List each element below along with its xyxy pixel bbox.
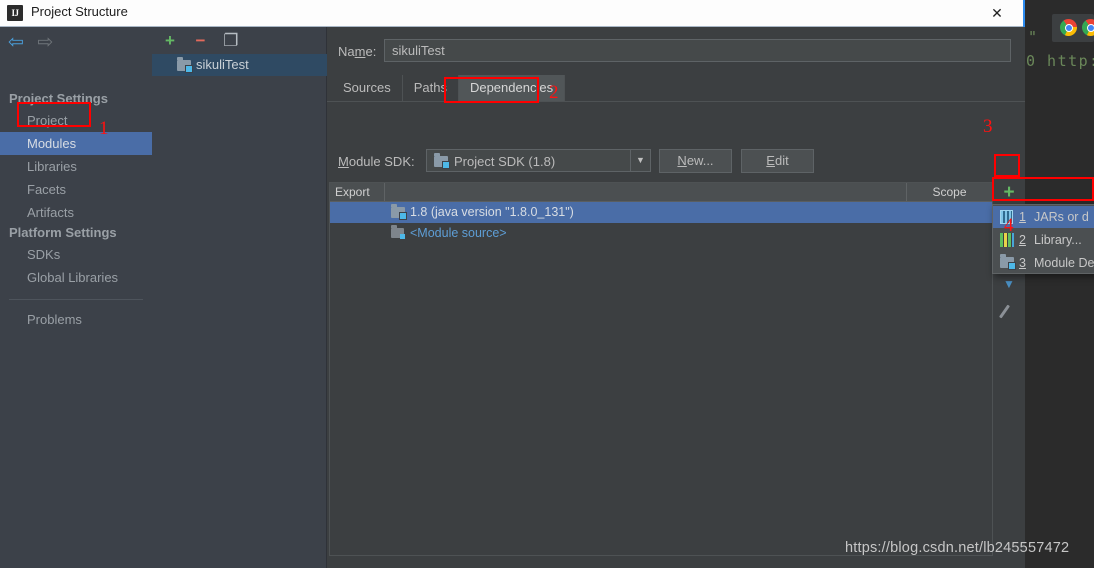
dialog-body: ⇦ ⇨ Project Settings Project Modules Lib… [0, 27, 1094, 568]
tab-sources[interactable]: Sources [332, 75, 403, 101]
chrome-icon-secondary[interactable] [1082, 19, 1094, 36]
forward-arrow-icon[interactable]: ⇨ [37, 33, 53, 52]
modules-list-panel: + − ❐ sikuliTest [152, 27, 327, 568]
jar-icon [1000, 210, 1013, 224]
navigation-arrows: ⇦ ⇨ [8, 33, 62, 53]
module-tabs: Sources Paths Dependencies [332, 75, 566, 101]
sidebar-item-problems[interactable]: Problems [0, 308, 152, 331]
add-dependency-menu: 1 JARs or d 2 Library... 3 Module De [992, 204, 1094, 274]
sidebar-item-modules[interactable]: Modules [0, 132, 152, 155]
module-sdk-label: Module SDK: [338, 154, 415, 169]
menu-item-shortcut: 2 [1019, 233, 1026, 247]
column-header-export[interactable]: Export [330, 183, 385, 201]
dependency-name: 1.8 (java version "1.8.0_131") [410, 205, 574, 219]
jdk-folder-icon [391, 204, 407, 220]
background-editor-strip [1026, 0, 1094, 568]
menu-item-shortcut: 1 [1019, 210, 1026, 224]
add-module-icon[interactable]: + [160, 31, 180, 51]
close-icon[interactable]: ✕ [979, 0, 1015, 26]
menu-item-label: JARs or d [1034, 210, 1089, 224]
module-source-folder-icon [391, 225, 405, 239]
menu-item-jars-or-directories[interactable]: 1 JARs or d [993, 206, 1094, 228]
dependencies-table: Export Scope 1.8 (java version "1.8.0_13… [329, 182, 993, 556]
chevron-down-icon[interactable]: ▼ [630, 150, 650, 171]
tab-dependencies[interactable]: Dependencies [458, 75, 566, 101]
module-list-item[interactable]: sikuliTest [152, 54, 327, 76]
new-sdk-button[interactable]: New... [659, 149, 732, 173]
modules-toolbar: + − ❐ [160, 31, 247, 51]
menu-item-shortcut: 3 [1019, 256, 1026, 270]
sidebar-item-sdks[interactable]: SDKs [0, 243, 152, 266]
tabs-divider [327, 101, 1025, 102]
tab-paths[interactable]: Paths [402, 75, 459, 101]
settings-sidebar: ⇦ ⇨ Project Settings Project Modules Lib… [0, 27, 152, 568]
menu-item-library[interactable]: 2 Library... [993, 229, 1094, 251]
intellij-logo-icon: IJ [7, 5, 23, 21]
sidebar-divider [9, 299, 143, 300]
module-folder-icon [177, 57, 193, 73]
dependencies-table-header: Export Scope [330, 183, 992, 202]
sidebar-item-project[interactable]: Project [0, 109, 152, 132]
dependency-name: <Module source> [410, 226, 507, 240]
edit-sdk-button[interactable]: Edit [741, 149, 814, 173]
sidebar-item-libraries[interactable]: Libraries [0, 155, 152, 178]
name-label: Name: [338, 44, 377, 59]
module-name-input[interactable]: sikuliTest [384, 39, 1011, 62]
column-header-name [385, 183, 907, 201]
copy-module-icon[interactable]: ❐ [221, 31, 241, 51]
sidebar-group-platform-settings: Platform Settings [9, 225, 117, 240]
module-list-item-label: sikuliTest [196, 57, 249, 72]
menu-item-label: Library... [1034, 233, 1082, 247]
project-structure-dialog: IJ Project Structure ✕ ⇦ ⇨ Project Setti… [0, 0, 1094, 568]
library-icon [1000, 233, 1014, 247]
remove-module-icon[interactable]: − [190, 31, 210, 51]
column-header-scope[interactable]: Scope [907, 183, 992, 201]
add-dependency-button[interactable]: + [996, 182, 1022, 204]
table-row[interactable]: 1.8 (java version "1.8.0_131") [330, 202, 992, 223]
dialog-titlebar: IJ Project Structure ✕ [0, 0, 1023, 27]
sidebar-group-project-settings: Project Settings [9, 91, 108, 106]
menu-item-label: Module De [1034, 256, 1094, 270]
chrome-icon[interactable] [1060, 19, 1077, 36]
module-sdk-select[interactable]: Project SDK (1.8) ▼ [426, 149, 651, 172]
module-sdk-value: Project SDK (1.8) [454, 154, 556, 169]
table-row[interactable]: <Module source> [330, 223, 992, 244]
dialog-title: Project Structure [31, 4, 128, 19]
module-dependency-icon [1000, 254, 1016, 270]
background-code-quote: " [1028, 28, 1039, 46]
menu-item-module-dependency[interactable]: 3 Module De [993, 252, 1094, 274]
background-code-line: 0 http: [1026, 52, 1094, 70]
move-down-icon[interactable]: ▼ [1000, 277, 1018, 293]
sidebar-item-global-libraries[interactable]: Global Libraries [0, 266, 152, 289]
edit-dependency-icon[interactable] [1000, 302, 1018, 320]
sidebar-item-facets[interactable]: Facets [0, 178, 152, 201]
back-arrow-icon[interactable]: ⇦ [8, 33, 24, 52]
sidebar-item-artifacts[interactable]: Artifacts [0, 201, 152, 224]
watermark: https://blog.csdn.net/lb245557472 [845, 540, 1070, 556]
module-editor-panel: Name: sikuliTest Sources Paths Dependencie… [327, 27, 1094, 568]
sdk-folder-icon [434, 153, 450, 169]
